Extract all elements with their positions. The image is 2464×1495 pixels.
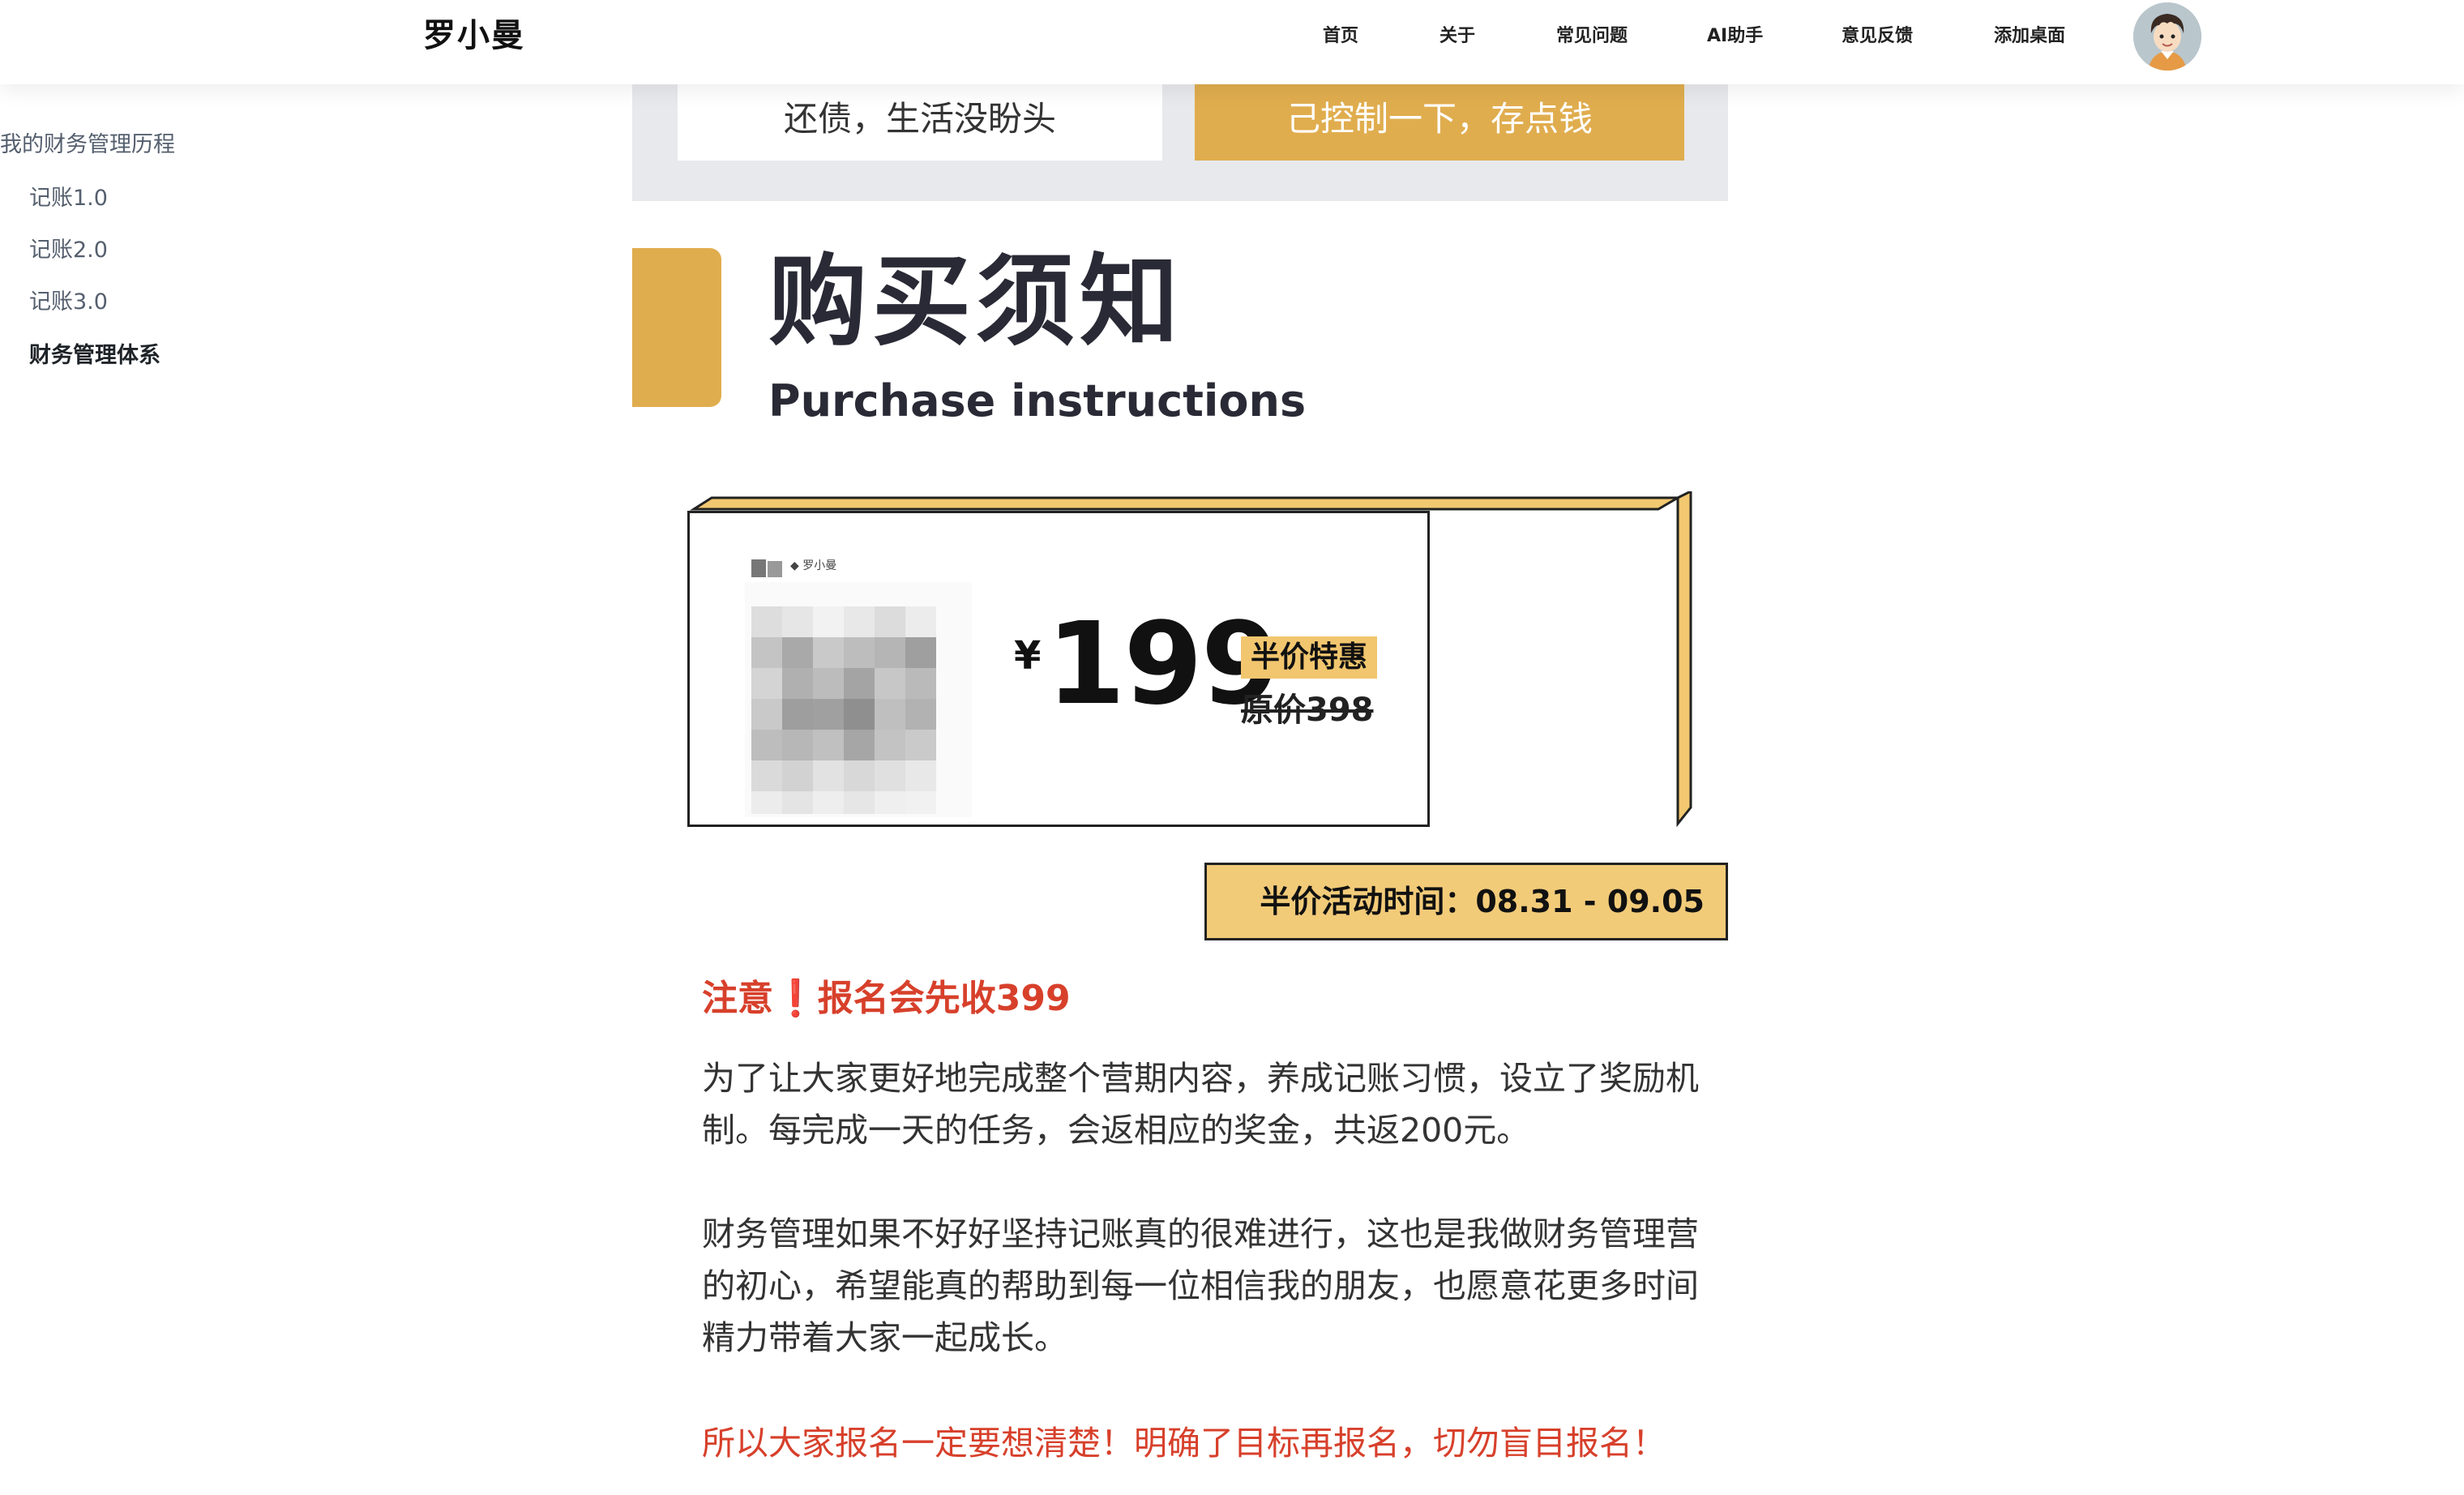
nav-item-ai-assistant[interactable]: AI助手 [1707, 24, 1763, 49]
notice-title: 注意❗报名会先收399 [702, 978, 1071, 1019]
promotion-period: 半价活动时间：08.31 - 09.05 [1204, 863, 1728, 940]
top-navigation-bar: 罗小曼 首页 关于 常见问题 AI助手 意见反馈 添加桌面 [0, 0, 2464, 84]
nav-item-home[interactable]: 首页 [1323, 24, 1358, 49]
section-accent-bar [632, 248, 721, 407]
qr-owner-label: ◆ 罗小曼 [790, 559, 837, 572]
choice-banner: 还债，生活没盼头 己控制一下，存点钱 [632, 84, 1728, 201]
banner-option-right: 己控制一下，存点钱 [1195, 84, 1684, 161]
section-title: 购买须知 [768, 244, 1183, 359]
original-price: 原价398 [1241, 692, 1374, 729]
toc-item-bookkeeping-1[interactable]: 记账1.0 [29, 180, 108, 212]
nav-item-faq[interactable]: 常见问题 [1556, 24, 1628, 49]
toc-item-bookkeeping-2[interactable]: 记账2.0 [29, 232, 108, 263]
site-title[interactable]: 罗小曼 [423, 13, 525, 58]
user-avatar[interactable] [2133, 2, 2201, 71]
currency-symbol: ¥ [1014, 633, 1042, 679]
notice-paragraph-intent: 财务管理如果不好好坚持记账真的很难进行，这也是我做财务管理营的初心，希望能真的帮… [702, 1214, 1699, 1357]
toc-item-finance-system[interactable]: 财务管理体系 [29, 337, 160, 369]
banner-option-left: 还债，生活没盼头 [678, 84, 1162, 161]
price-card: ◆ 罗小曼 ¥ 199 半价特惠 原价398 [687, 511, 1430, 827]
avatar-icon [2133, 2, 2201, 71]
notice-paragraph-warning: 所以大家报名一定要想清楚！明确了目标再报名，切勿盲目报名！ [702, 1424, 1666, 1463]
qr-code-icon [745, 559, 972, 817]
article-content: 还债，生活没盼头 己控制一下，存点钱 购买须知 Purchase instruc… [632, 0, 1728, 1495]
toc-title[interactable]: 我的财务管理历程 [0, 126, 175, 158]
nav-item-about[interactable]: 关于 [1439, 24, 1475, 49]
discount-badge: 半价特惠 [1241, 636, 1378, 679]
toc-item-bookkeeping-3[interactable]: 记账3.0 [29, 284, 108, 315]
nav-item-add-to-desktop[interactable]: 添加桌面 [1994, 24, 2065, 49]
section-subtitle: Purchase instructions [768, 375, 1307, 426]
notice-paragraph-reward: 为了让大家更好地完成整个营期内容，养成记账习惯，设立了奖励机制。每完成一天的任务… [702, 1059, 1699, 1150]
nav-item-feedback[interactable]: 意见反馈 [1842, 24, 1913, 49]
